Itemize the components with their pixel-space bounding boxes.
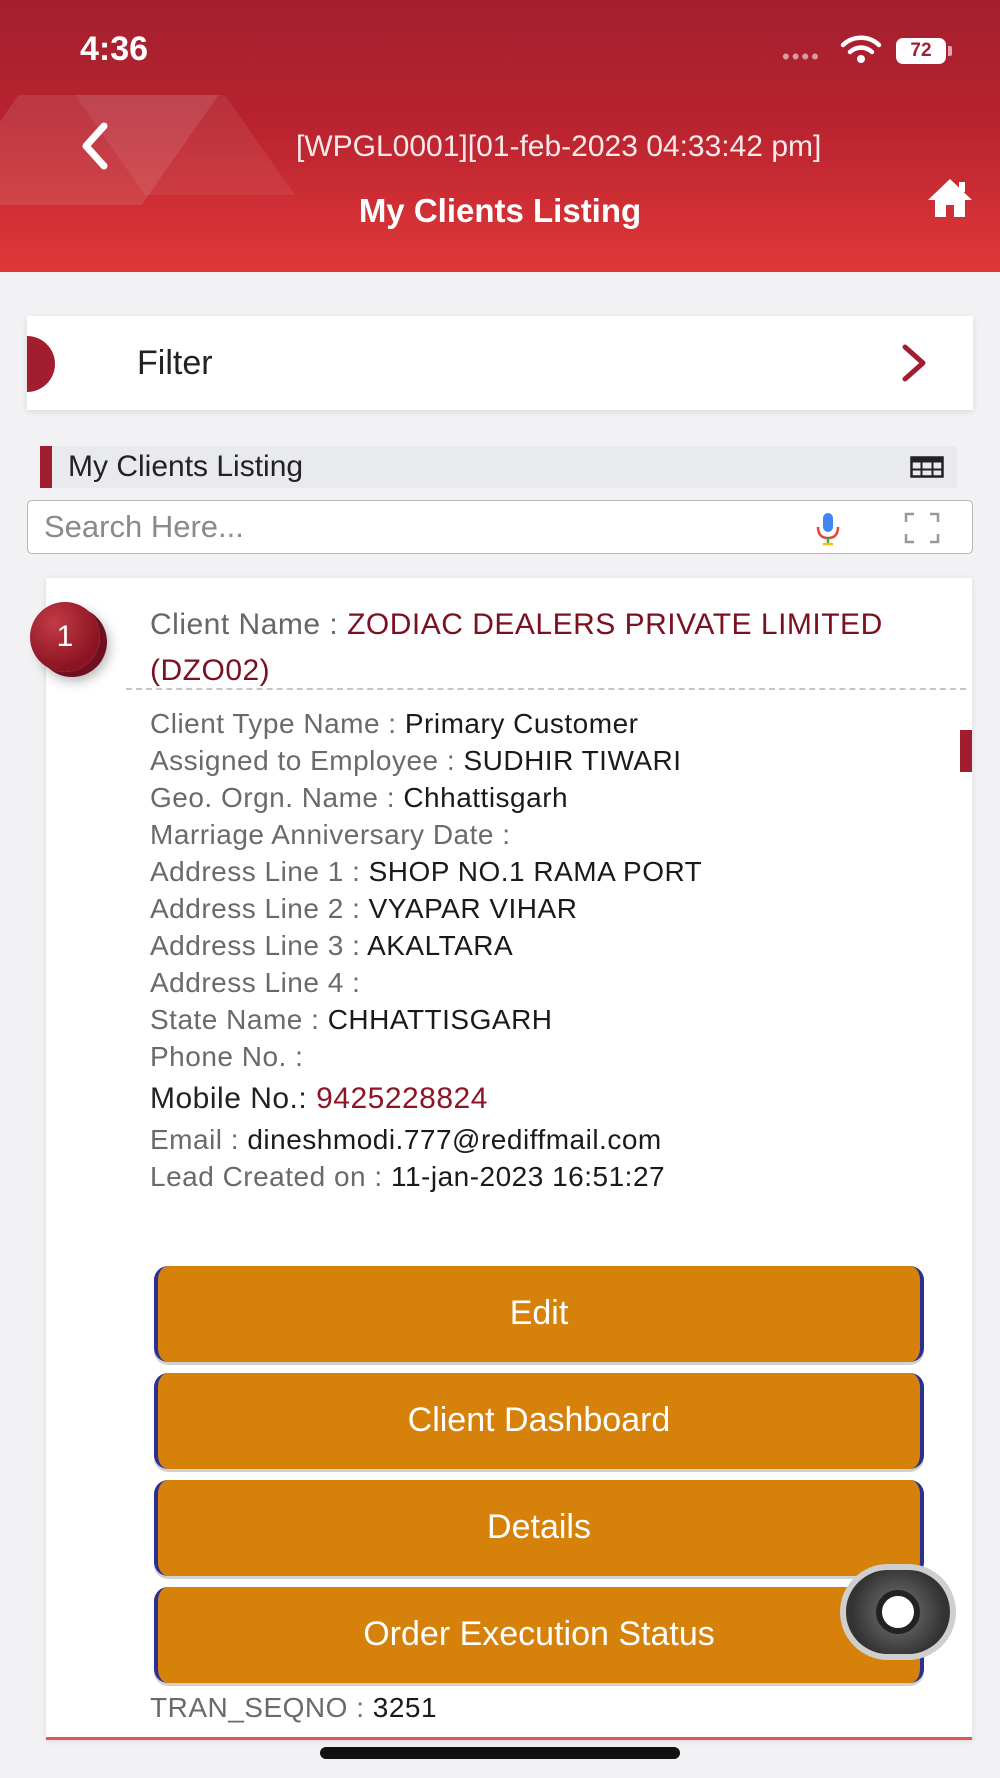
geo-orgn-row: Geo. Orgn. Name : Chhattisgarh bbox=[150, 782, 568, 814]
mic-icon[interactable] bbox=[814, 511, 842, 547]
assistive-touch-button[interactable] bbox=[846, 1570, 950, 1654]
field-label: Assigned to Employee : bbox=[150, 745, 464, 776]
divider bbox=[126, 688, 966, 690]
email-label: Email : bbox=[150, 1124, 248, 1155]
field-value: CHHATTISGARH bbox=[327, 1004, 553, 1035]
lead-created-row: Lead Created on : 11-jan-2023 16:51:27 bbox=[150, 1161, 665, 1193]
mobile-label: Mobile No.: bbox=[150, 1082, 317, 1115]
field-label: Client Type Name : bbox=[150, 708, 405, 739]
mobile-number-link[interactable]: 9425228824 bbox=[316, 1082, 488, 1115]
tran-seqno-row: TRAN_SEQNO : 3251 bbox=[150, 1692, 437, 1724]
app-header: 4:36 •••• 72 [WPGL0001][01-feb-2023 04:3… bbox=[0, 0, 1000, 272]
anniversary-row: Marriage Anniversary Date : bbox=[150, 819, 511, 851]
client-index-badge: 1 bbox=[30, 602, 100, 672]
page-title: My Clients Listing bbox=[358, 192, 642, 229]
mobile-row: Mobile No.: 9425228824 bbox=[150, 1082, 488, 1116]
email-value: dineshmodi.777@rediffmail.com bbox=[247, 1124, 662, 1155]
field-label: Address Line 1 : bbox=[150, 856, 369, 887]
home-indicator[interactable] bbox=[320, 1747, 680, 1759]
field-value: SUDHIR TIWARI bbox=[463, 745, 682, 776]
field-label: Address Line 2 : bbox=[150, 893, 369, 924]
lead-created-value: 11-jan-2023 16:51:27 bbox=[390, 1161, 666, 1192]
field-label: Geo. Orgn. Name : bbox=[150, 782, 404, 813]
chevron-left-icon[interactable] bbox=[72, 118, 122, 174]
client-dashboard-button[interactable]: Client Dashboard bbox=[154, 1373, 924, 1469]
table-grid-icon[interactable] bbox=[910, 456, 944, 478]
details-button[interactable]: Details bbox=[154, 1480, 924, 1576]
client-card: 1 Client Name : ZODIAC DEALERS PRIVATE L… bbox=[30, 578, 972, 1740]
client-name: Client Name : ZODIAC DEALERS PRIVATE LIM… bbox=[150, 602, 950, 694]
phone-row: Phone No. : bbox=[150, 1041, 303, 1073]
section-title: My Clients Listing bbox=[68, 450, 304, 483]
card-bottom-border bbox=[46, 1737, 972, 1740]
field-value: SHOP NO.1 RAMA PORT bbox=[368, 856, 703, 887]
client-name-label: Client Name : bbox=[150, 608, 348, 641]
field-label: Marriage Anniversary Date : bbox=[150, 819, 511, 850]
field-label: State Name : bbox=[150, 1004, 328, 1035]
field-label: Address Line 4 : bbox=[150, 967, 361, 998]
state-name-row: State Name : CHHATTISGARH bbox=[150, 1004, 553, 1036]
cellular-signal-icon: •••• bbox=[782, 44, 821, 69]
battery-tip bbox=[948, 46, 952, 56]
wifi-icon bbox=[840, 35, 882, 63]
search-input[interactable] bbox=[44, 509, 784, 545]
address-line-2-row: Address Line 2 : VYAPAR VIHAR bbox=[150, 893, 577, 925]
tran-seqno-value: 3251 bbox=[372, 1692, 438, 1723]
filter-bar[interactable]: Filter bbox=[27, 316, 973, 410]
header-subtitle: [WPGL0001][01-feb-2023 04:33:42 pm] bbox=[296, 130, 822, 163]
assistive-touch-icon bbox=[876, 1590, 920, 1634]
section-header: My Clients Listing bbox=[40, 446, 957, 488]
client-type-row: Client Type Name : Primary Customer bbox=[150, 708, 638, 740]
address-line-4-row: Address Line 4 : bbox=[150, 967, 360, 999]
address-line-3-row: Address Line 3 : AKALTARA bbox=[150, 930, 513, 962]
scroll-indicator bbox=[960, 730, 972, 772]
edit-button[interactable]: Edit bbox=[154, 1266, 924, 1362]
scan-icon[interactable] bbox=[904, 512, 940, 544]
field-label: Phone No. : bbox=[150, 1041, 304, 1072]
lead-created-label: Lead Created on : bbox=[150, 1161, 391, 1192]
field-value: Chhattisgarh bbox=[403, 782, 569, 813]
status-time: 4:36 bbox=[80, 30, 149, 68]
field-value: AKALTARA bbox=[367, 930, 514, 961]
tran-seqno-label: TRAN_SEQNO : bbox=[150, 1692, 373, 1723]
assigned-employee-row: Assigned to Employee : SUDHIR TIWARI bbox=[150, 745, 682, 777]
order-execution-status-button[interactable]: Order Execution Status bbox=[154, 1587, 924, 1683]
section-accent-bar bbox=[40, 446, 52, 488]
home-icon[interactable] bbox=[926, 176, 974, 220]
field-value: Primary Customer bbox=[404, 708, 639, 739]
field-label: Address Line 3 : bbox=[150, 930, 368, 961]
chevron-right-icon bbox=[902, 344, 926, 382]
filter-label: Filter bbox=[137, 344, 213, 382]
search-bar bbox=[27, 500, 973, 554]
filter-accent bbox=[27, 336, 55, 392]
field-value: VYAPAR VIHAR bbox=[368, 893, 578, 924]
battery-icon: 72 bbox=[896, 38, 946, 64]
address-line-1-row: Address Line 1 : SHOP NO.1 RAMA PORT bbox=[150, 856, 702, 888]
email-row: Email : dineshmodi.777@rediffmail.com bbox=[150, 1124, 662, 1156]
